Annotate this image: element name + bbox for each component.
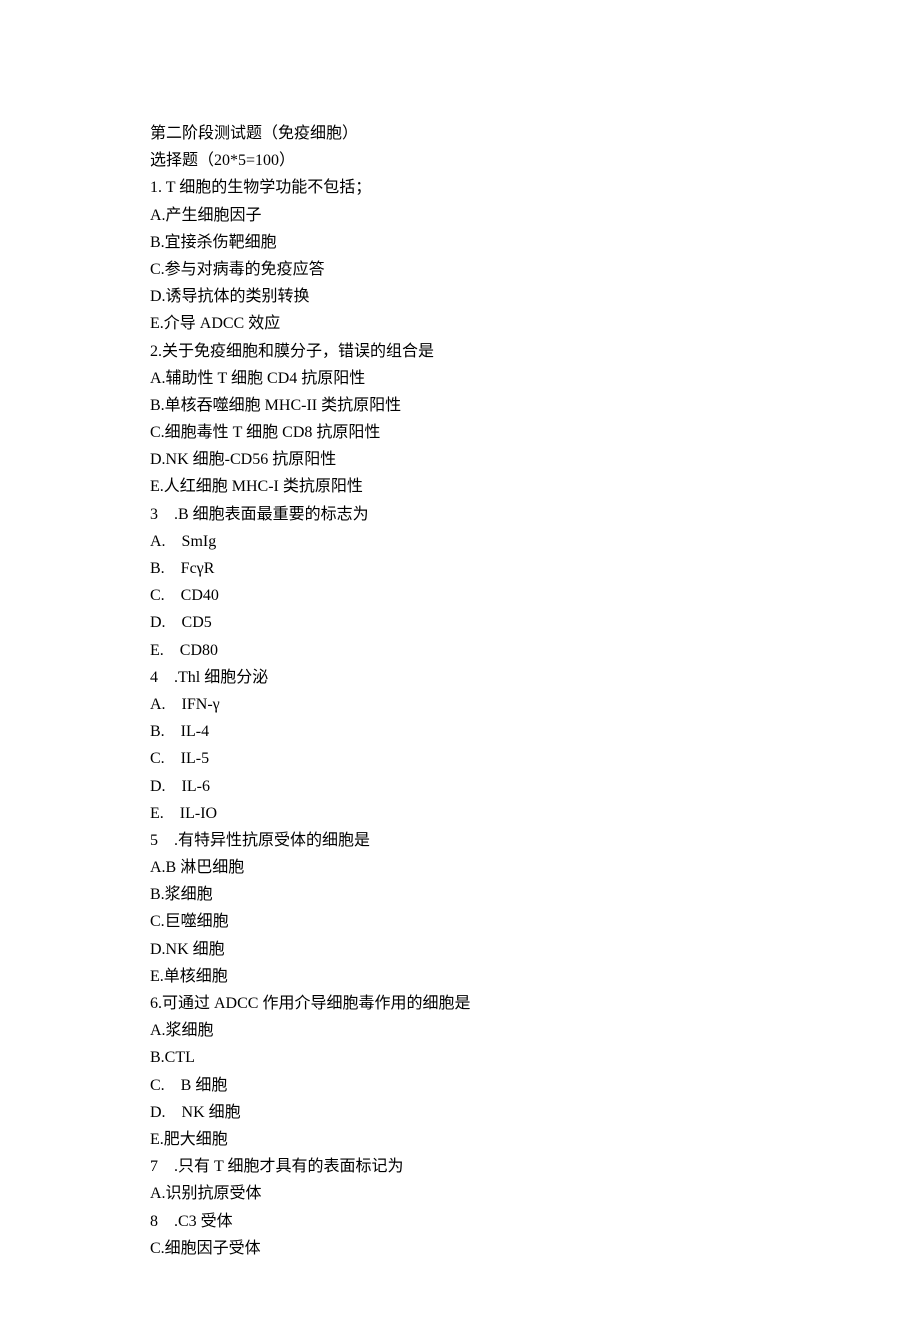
- question-option: D. CD5: [150, 609, 770, 636]
- question-option: C. CD40: [150, 582, 770, 609]
- question-option: D. IL-6: [150, 773, 770, 800]
- question-option: B.宜接杀伤靶细胞: [150, 229, 770, 256]
- question-option: D.NK 细胞-CD56 抗原阳性: [150, 446, 770, 473]
- question-option: C.细胞毒性 T 细胞 CD8 抗原阳性: [150, 419, 770, 446]
- question-option: A.辅助性 T 细胞 CD4 抗原阳性: [150, 365, 770, 392]
- question-option: B. FcγR: [150, 555, 770, 582]
- question-option: C. B 细胞: [150, 1072, 770, 1099]
- question-option: A. SmIg: [150, 528, 770, 555]
- question-option: E.单核细胞: [150, 963, 770, 990]
- question-option: E.介导 ADCC 效应: [150, 310, 770, 337]
- question-option: B.单核吞噬细胞 MHC-II 类抗原阳性: [150, 392, 770, 419]
- question-stem: 1. T 细胞的生物学功能不包括；: [150, 174, 770, 201]
- question-stem: 2.关于免疫细胞和膜分子，错误的组合是: [150, 338, 770, 365]
- question-option: A.产生细胞因子: [150, 202, 770, 229]
- question-option: E. CD80: [150, 637, 770, 664]
- question-option: B.CTL: [150, 1044, 770, 1071]
- question-stem: 3 .B 细胞表面最重要的标志为: [150, 501, 770, 528]
- question-option: B.浆细胞: [150, 881, 770, 908]
- question-option: 8 .C3 受体: [150, 1208, 770, 1235]
- question-option: C.参与对病毒的免疫应答: [150, 256, 770, 283]
- question-option: A.浆细胞: [150, 1017, 770, 1044]
- question-option: A.识别抗原受体: [150, 1180, 770, 1207]
- question-option: D.NK 细胞: [150, 936, 770, 963]
- question-option: C.巨噬细胞: [150, 908, 770, 935]
- question-option: E.人红细胞 MHC-I 类抗原阳性: [150, 473, 770, 500]
- question-option: A. IFN-γ: [150, 691, 770, 718]
- question-stem: 6.可通过 ADCC 作用介导细胞毒作用的细胞是: [150, 990, 770, 1017]
- question-option: C.细胞因子受体: [150, 1235, 770, 1262]
- page-subtitle: 选择题（20*5=100）: [150, 147, 770, 174]
- question-option: D. NK 细胞: [150, 1099, 770, 1126]
- document-page: 第二阶段测试题（免疫细胞） 选择题（20*5=100） 1. T 细胞的生物学功…: [0, 0, 920, 1342]
- question-stem: 5 .有特异性抗原受体的细胞是: [150, 827, 770, 854]
- question-stem: 7 .只有 T 细胞才具有的表面标记为: [150, 1153, 770, 1180]
- question-option: E.肥大细胞: [150, 1126, 770, 1153]
- question-option: B. IL-4: [150, 718, 770, 745]
- question-stem: 4 .Thl 细胞分泌: [150, 664, 770, 691]
- question-option: D.诱导抗体的类别转换: [150, 283, 770, 310]
- question-option: C. IL-5: [150, 745, 770, 772]
- question-option: A.B 淋巴细胞: [150, 854, 770, 881]
- question-option: E. IL-IO: [150, 800, 770, 827]
- page-title: 第二阶段测试题（免疫细胞）: [150, 120, 770, 147]
